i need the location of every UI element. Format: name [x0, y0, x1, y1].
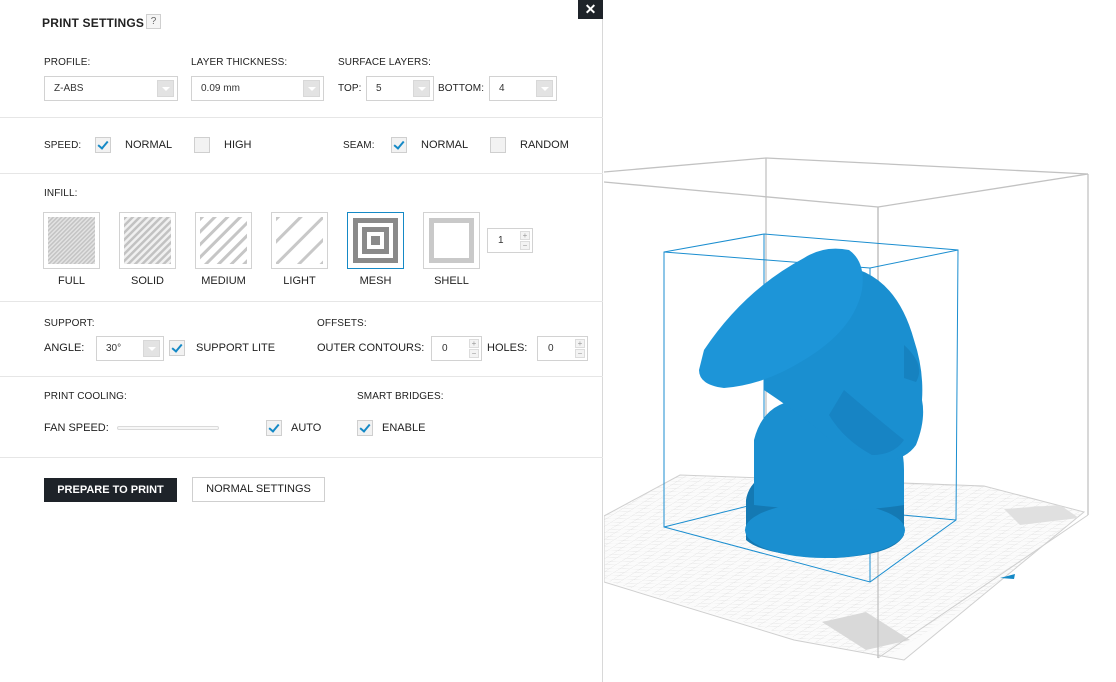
bottom-layers-value: 4 [499, 83, 505, 94]
holes-label: HOLES: [487, 342, 528, 354]
offsets-label: OFFSETS: [317, 318, 367, 329]
infill-mesh-option[interactable] [347, 212, 404, 269]
top-layers-select[interactable]: 5 [366, 76, 434, 101]
panel-title: PRINT SETTINGS [42, 16, 145, 30]
speed-high-checkbox[interactable] [194, 137, 210, 153]
infill-light-icon [276, 217, 323, 264]
speed-normal-label: NORMAL [125, 139, 173, 151]
close-button[interactable]: ✕ [578, 0, 603, 19]
seam-random-label: RANDOM [520, 139, 569, 151]
divider [0, 376, 603, 377]
increment-icon[interactable]: + [469, 339, 479, 348]
fan-speed-label: FAN SPEED: [44, 422, 109, 434]
decrement-icon[interactable]: − [520, 241, 530, 250]
fan-speed-slider[interactable] [117, 426, 219, 430]
increment-icon[interactable]: + [575, 339, 585, 348]
infill-shell-label: SHELL [434, 275, 469, 287]
infill-solid-label: SOLID [130, 275, 164, 287]
infill-medium-icon [200, 217, 247, 264]
outer-contours-stepper[interactable]: 0 + − [431, 336, 482, 361]
bottom-label: BOTTOM: [438, 83, 485, 94]
decrement-icon[interactable]: − [469, 349, 479, 358]
build-volume-scene [604, 157, 1089, 661]
smart-bridges-label: SMART BRIDGES: [357, 391, 444, 402]
prepare-to-print-button[interactable]: PREPARE TO PRINT [44, 478, 177, 502]
infill-label: INFILL: [44, 188, 78, 199]
normal-settings-button[interactable]: NORMAL SETTINGS [192, 477, 325, 502]
layer-thickness-select[interactable]: 0.09 mm [191, 76, 324, 101]
speed-normal-checkbox[interactable] [95, 137, 111, 153]
smart-bridges-checkbox[interactable] [357, 420, 373, 436]
smart-bridges-enable-label: ENABLE [382, 422, 426, 434]
infill-solid-option[interactable] [119, 212, 176, 269]
outer-contours-label: OUTER CONTOURS: [317, 342, 425, 354]
top-layers-value: 5 [376, 83, 382, 94]
seam-normal-label: NORMAL [421, 139, 469, 151]
infill-medium-option[interactable] [195, 212, 252, 269]
seam-normal-checkbox[interactable] [391, 137, 407, 153]
print-settings-panel: PRINT SETTINGS ? ✕ PROFILE: Z-ABS LAYER … [0, 0, 603, 682]
holes-stepper[interactable]: 0 + − [537, 336, 588, 361]
profile-label: PROFILE: [44, 57, 91, 68]
speed-high-label: HIGH [224, 139, 252, 151]
top-label: TOP: [338, 83, 362, 94]
infill-medium-label: MEDIUM [201, 275, 246, 287]
shell-count-stepper[interactable]: 1 + − [487, 228, 533, 253]
support-lite-checkbox[interactable] [169, 340, 185, 356]
bottom-layers-select[interactable]: 4 [489, 76, 557, 101]
decrement-icon[interactable]: − [575, 349, 585, 358]
chevron-down-icon [413, 80, 430, 97]
fan-auto-label: AUTO [291, 422, 322, 434]
infill-mesh-icon [353, 218, 398, 263]
profile-select[interactable]: Z-ABS [44, 76, 178, 101]
infill-light-label: LIGHT [283, 275, 316, 287]
surface-layers-label: SURFACE LAYERS: [338, 57, 432, 68]
chevron-down-icon [303, 80, 320, 97]
support-lite-label: SUPPORT LITE [196, 342, 276, 354]
support-angle-value: 30° [106, 343, 122, 354]
profile-value: Z-ABS [54, 83, 84, 94]
infill-shell-icon [429, 218, 474, 263]
infill-light-option[interactable] [271, 212, 328, 269]
seam-random-checkbox[interactable] [490, 137, 506, 153]
infill-shell-option[interactable] [423, 212, 480, 269]
help-button[interactable]: ? [146, 14, 161, 29]
chevron-down-icon [143, 340, 160, 357]
speed-label: SPEED: [44, 140, 82, 151]
support-label: SUPPORT: [44, 318, 95, 329]
3d-viewport[interactable] [604, 0, 1116, 682]
infill-full-label: FULL [58, 275, 85, 287]
shell-count-value: 1 [498, 235, 504, 246]
chevron-down-icon [536, 80, 553, 97]
divider [0, 301, 603, 302]
divider [0, 173, 603, 174]
divider [0, 457, 603, 458]
print-cooling-label: PRINT COOLING: [44, 391, 127, 402]
fan-auto-checkbox[interactable] [266, 420, 282, 436]
infill-full-option[interactable] [43, 212, 100, 269]
chevron-down-icon [157, 80, 174, 97]
infill-mesh-label: MESH [359, 275, 392, 287]
infill-solid-icon [124, 217, 171, 264]
holes-value: 0 [548, 343, 554, 354]
layer-thickness-value: 0.09 mm [201, 83, 240, 94]
layer-thickness-label: LAYER THICKNESS: [191, 57, 288, 68]
increment-icon[interactable]: + [520, 231, 530, 240]
infill-full-icon [48, 217, 95, 264]
support-angle-select[interactable]: 30° [96, 336, 164, 361]
divider [0, 117, 603, 118]
seam-label: SEAM: [343, 140, 375, 151]
outer-contours-value: 0 [442, 343, 448, 354]
angle-label: ANGLE: [44, 342, 85, 354]
